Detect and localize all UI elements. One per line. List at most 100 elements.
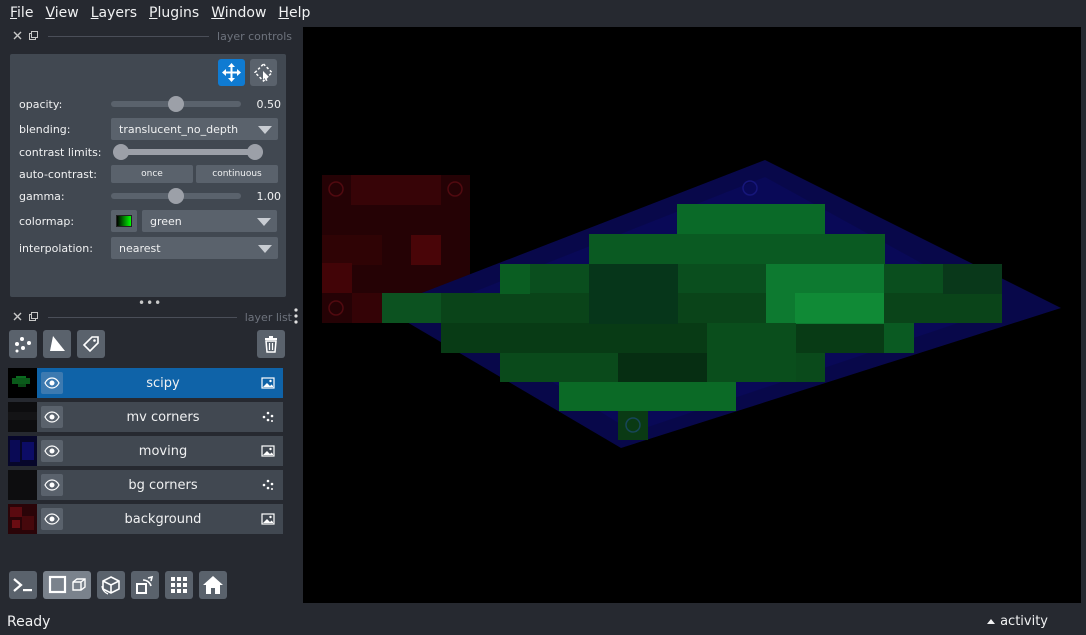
chevron-down-icon bbox=[258, 126, 272, 134]
visibility-toggle[interactable] bbox=[41, 372, 63, 394]
float-dock-icon[interactable] bbox=[28, 31, 38, 41]
console-button[interactable] bbox=[9, 571, 37, 599]
grid-view-button[interactable] bbox=[165, 571, 193, 599]
trash-icon bbox=[265, 336, 277, 353]
image-layer-icon bbox=[261, 445, 275, 457]
layer-list-title: layer list bbox=[244, 310, 292, 324]
opacity-slider[interactable] bbox=[111, 96, 241, 112]
layer-name[interactable]: moving bbox=[63, 444, 263, 459]
layer-controls-panel: opacity: 0.50 blending: translucent_no_d… bbox=[10, 54, 286, 297]
chevron-down-icon bbox=[258, 245, 272, 253]
reset-view-button[interactable] bbox=[199, 571, 227, 599]
colormap-gradient bbox=[116, 215, 132, 227]
visibility-toggle[interactable] bbox=[41, 474, 63, 496]
menu-view[interactable]: View bbox=[40, 5, 83, 21]
menu-bar: File View Layers Plugins Window Help bbox=[0, 0, 1086, 25]
visibility-toggle[interactable] bbox=[41, 440, 63, 462]
colormap-swatch[interactable] bbox=[111, 210, 137, 232]
more-options-icon[interactable] bbox=[293, 307, 299, 325]
menu-file[interactable]: File bbox=[5, 5, 38, 21]
layer-row-moving[interactable]: moving bbox=[8, 436, 283, 466]
chevron-down-icon bbox=[257, 218, 271, 226]
visibility-toggle[interactable] bbox=[41, 508, 63, 530]
image-layer-icon bbox=[261, 513, 275, 525]
colormap-dropdown[interactable]: green bbox=[142, 210, 277, 232]
transpose-button[interactable] bbox=[131, 571, 159, 599]
layer-row-bg-corners[interactable]: bg corners bbox=[8, 470, 283, 500]
new-shapes-layer-button[interactable] bbox=[43, 330, 71, 358]
blending-dropdown[interactable]: translucent_no_depth bbox=[111, 118, 278, 140]
eye-icon bbox=[44, 377, 60, 389]
gamma-label: gamma: bbox=[19, 189, 65, 203]
layer-name[interactable]: background bbox=[63, 512, 263, 527]
eye-icon bbox=[44, 513, 60, 525]
interpolation-row: interpolation: nearest bbox=[19, 237, 281, 259]
interpolation-dropdown[interactable]: nearest bbox=[111, 237, 278, 259]
layer-controls-titlebar: layer controls bbox=[8, 27, 298, 45]
menu-plugins[interactable]: Plugins bbox=[144, 5, 204, 21]
delete-layer-button[interactable] bbox=[257, 330, 285, 358]
opacity-label: opacity: bbox=[19, 97, 63, 111]
interpolation-label: interpolation: bbox=[19, 241, 93, 255]
transform-button[interactable] bbox=[250, 59, 277, 86]
menu-window[interactable]: Window bbox=[206, 5, 271, 21]
auto-contrast-once-button[interactable]: once bbox=[111, 165, 193, 183]
layer-body[interactable]: mv corners bbox=[37, 402, 283, 432]
visibility-toggle[interactable] bbox=[41, 406, 63, 428]
chevron-up-icon bbox=[987, 619, 996, 624]
opacity-value: 0.50 bbox=[256, 97, 282, 111]
auto-contrast-label: auto-contrast: bbox=[19, 167, 98, 181]
shapes-icon bbox=[50, 336, 65, 351]
contrast-range-fill bbox=[113, 149, 263, 155]
blending-value: translucent_no_depth bbox=[119, 122, 239, 136]
menu-help[interactable]: Help bbox=[273, 5, 315, 21]
layer-row-background[interactable]: background bbox=[8, 504, 283, 534]
layer-body[interactable]: scipy bbox=[37, 368, 283, 398]
colormap-label: colormap: bbox=[19, 214, 75, 228]
gamma-slider-handle[interactable] bbox=[168, 188, 184, 204]
layer-row-mv-corners[interactable]: mv corners bbox=[8, 402, 283, 432]
blending-label: blending: bbox=[19, 122, 71, 136]
pan-zoom-button[interactable] bbox=[218, 59, 245, 86]
roll-dims-button[interactable] bbox=[97, 571, 125, 599]
layer-thumbnail bbox=[8, 470, 37, 500]
close-dock-icon[interactable] bbox=[12, 312, 22, 322]
transpose-icon bbox=[136, 575, 154, 594]
contrast-limits-slider[interactable] bbox=[113, 144, 263, 160]
auto-contrast-row: auto-contrast: once continuous bbox=[19, 163, 281, 185]
tag-icon bbox=[82, 336, 99, 353]
layer-name[interactable]: bg corners bbox=[63, 478, 263, 493]
layer-body[interactable]: bg corners bbox=[37, 470, 283, 500]
eye-icon bbox=[44, 445, 60, 457]
dock-divider bbox=[48, 316, 237, 318]
gamma-value: 1.00 bbox=[256, 189, 282, 203]
new-points-layer-button[interactable] bbox=[9, 330, 37, 358]
layer-thumbnail bbox=[8, 368, 37, 398]
layer-body[interactable]: background bbox=[37, 504, 283, 534]
gamma-row: gamma: 1.00 bbox=[19, 185, 281, 207]
layer-body[interactable]: moving bbox=[37, 436, 283, 466]
activity-button[interactable]: activity bbox=[987, 614, 1048, 629]
layer-thumbnail bbox=[8, 504, 37, 534]
viewer-canvas[interactable] bbox=[303, 27, 1081, 603]
layer-name[interactable]: mv corners bbox=[63, 410, 263, 425]
layer-name[interactable]: scipy bbox=[63, 376, 263, 391]
contrast-high-handle[interactable] bbox=[247, 144, 263, 160]
menu-layers[interactable]: Layers bbox=[86, 5, 142, 21]
layer-thumbnail bbox=[8, 402, 37, 432]
float-dock-icon[interactable] bbox=[28, 312, 38, 322]
new-labels-layer-button[interactable] bbox=[77, 330, 105, 358]
terminal-icon bbox=[13, 578, 32, 592]
auto-contrast-continuous-button[interactable]: continuous bbox=[196, 165, 278, 183]
gamma-slider[interactable] bbox=[111, 188, 241, 204]
eye-icon bbox=[44, 479, 60, 491]
layer-row-scipy[interactable]: scipy bbox=[8, 368, 283, 398]
points-icon bbox=[15, 337, 31, 353]
opacity-slider-handle[interactable] bbox=[168, 96, 184, 112]
interpolation-value: nearest bbox=[119, 241, 161, 255]
ndisplay-toggle-button[interactable] bbox=[43, 571, 91, 599]
close-dock-icon[interactable] bbox=[12, 31, 22, 41]
contrast-low-handle[interactable] bbox=[113, 144, 129, 160]
image-layer-icon bbox=[261, 377, 275, 389]
colormap-value: green bbox=[150, 214, 182, 228]
